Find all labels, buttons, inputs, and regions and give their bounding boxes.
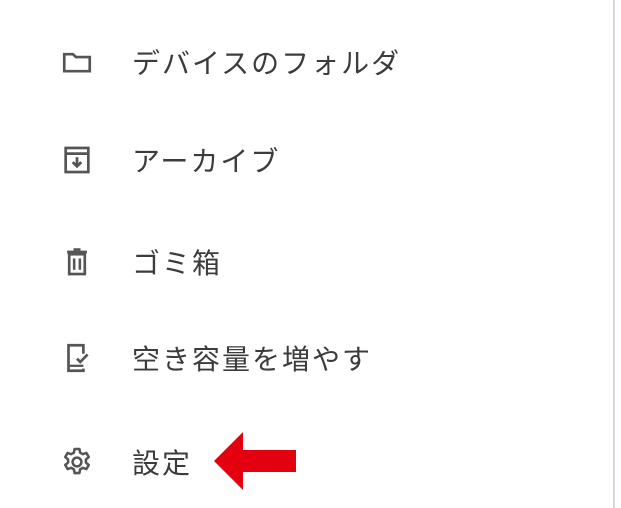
menu-item-archive[interactable]: アーカイブ: [0, 124, 613, 196]
phone-check-icon: [60, 341, 94, 375]
menu-item-label: アーカイブ: [132, 145, 281, 178]
folder-icon: [60, 45, 94, 79]
drawer-divider: [613, 0, 615, 508]
menu-item-settings[interactable]: 設定: [0, 426, 613, 498]
trash-icon: [60, 245, 94, 279]
navigation-drawer: デバイスのフォルダ アーカイブ ゴミ箱 空き容量を増やす 設定: [0, 0, 613, 508]
menu-item-device-folders[interactable]: デバイスのフォルダ: [0, 26, 613, 98]
gear-icon: [60, 445, 94, 479]
annotation-arrow-icon: [214, 432, 296, 490]
menu-item-trash[interactable]: ゴミ箱: [0, 226, 613, 298]
menu-item-label: ゴミ箱: [132, 247, 223, 280]
menu-item-label: 設定: [132, 447, 193, 480]
menu-item-free-up-space[interactable]: 空き容量を増やす: [0, 322, 613, 394]
menu-item-label: デバイスのフォルダ: [132, 47, 402, 80]
menu-item-label: 空き容量を増やす: [132, 343, 373, 376]
archive-icon: [60, 143, 94, 177]
